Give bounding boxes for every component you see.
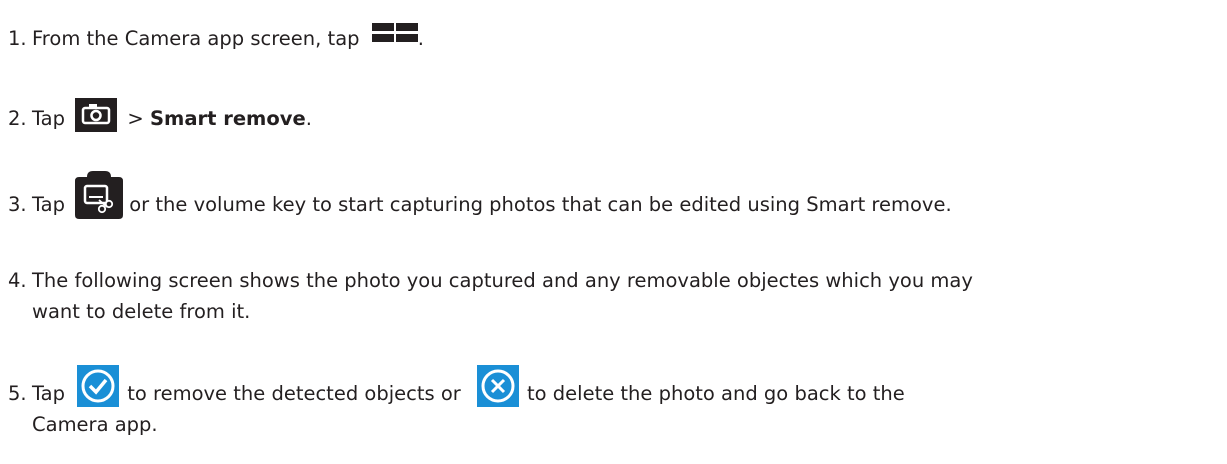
camera-mode-icon <box>75 97 118 132</box>
step-text-middle: to remove the detected objects or <box>127 382 461 405</box>
smart-remove-shutter-icon <box>75 170 124 219</box>
separator: > <box>127 107 144 130</box>
step-text: Tap <box>32 193 66 216</box>
checkmark-circle-icon <box>77 364 120 407</box>
step-number: 1. <box>8 27 27 50</box>
smart-remove-label: Smart remove <box>149 107 306 130</box>
step-text-end: . <box>417 27 424 50</box>
step-number: 4. <box>8 269 27 292</box>
step-number: 5. <box>8 382 27 405</box>
step-3: 3. Tap or the volume key to start capturi… <box>8 170 952 219</box>
step-4-continuation: want to delete from it. <box>32 300 251 323</box>
instructions-page: 1. From the Camera app screen, tap . 2. Ta… <box>0 0 1227 464</box>
step-text: From the Camera app screen, tap <box>32 27 360 50</box>
grid-icon <box>371 23 418 42</box>
step-text: The following screen shows the photo you… <box>32 269 973 292</box>
step-5: 5. Tap to remove the detected objects or … <box>8 364 905 408</box>
x-circle-icon <box>477 364 519 407</box>
step-number: 2. <box>8 107 27 130</box>
step-text-end: or the volume key to start capturing pho… <box>129 193 952 216</box>
step-1: 1. From the Camera app screen, tap . <box>8 23 424 53</box>
step-number: 3. <box>8 193 27 216</box>
step-text-end: to delete the photo and go back to the <box>527 382 905 405</box>
step-5-continuation: Camera app. <box>32 413 158 436</box>
step-2: 2. Tap > Smart remove. <box>8 97 312 133</box>
step-text: Tap <box>32 107 66 130</box>
step-text: Tap <box>32 382 66 405</box>
step-4: 4. The following screen shows the photo y… <box>8 266 973 295</box>
step-text-end: . <box>305 107 312 130</box>
